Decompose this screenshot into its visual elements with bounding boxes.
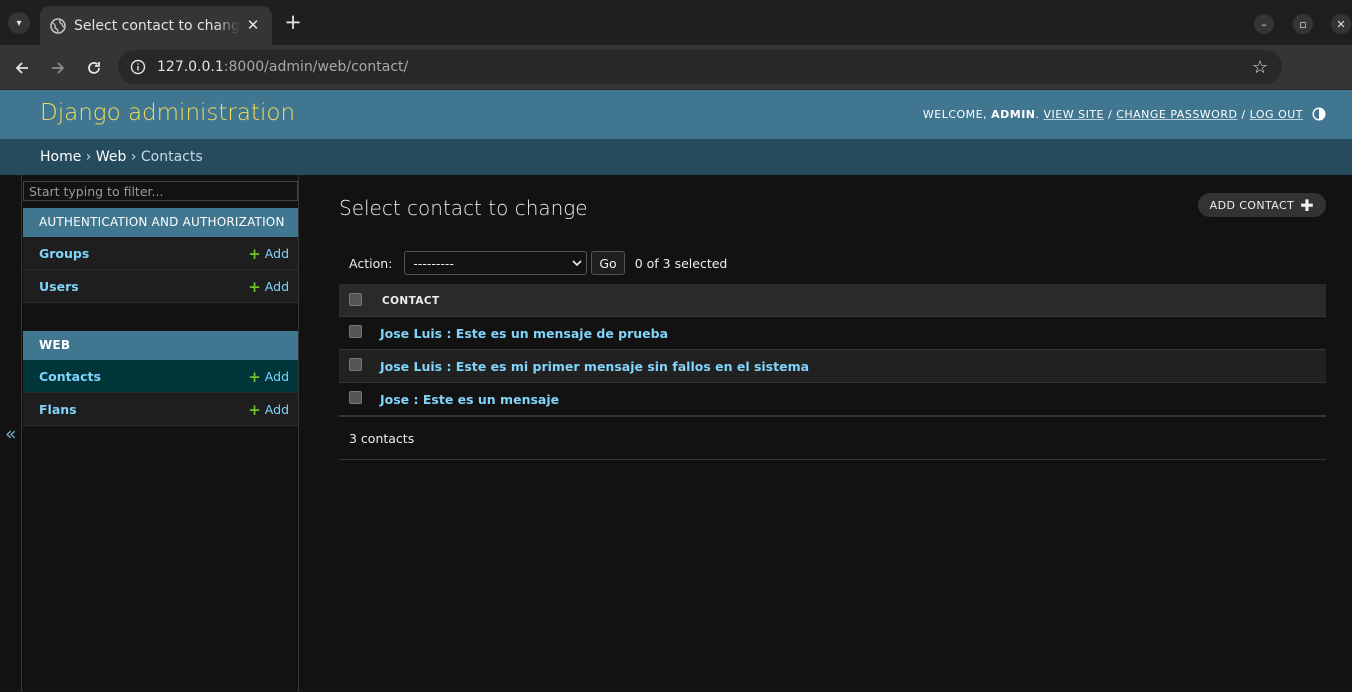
sidebar-item-label[interactable]: Users: [39, 279, 79, 294]
module-caption-web[interactable]: WEB: [23, 331, 298, 360]
sidebar-item-contacts[interactable]: Contacts + Add: [23, 360, 298, 393]
add-groups-link[interactable]: + Add: [248, 246, 289, 261]
results-table: CONTACT Jose Luis : Este es un mensaje d…: [339, 284, 1326, 416]
sidebar-item-label[interactable]: Flans: [39, 402, 77, 417]
back-arrow-icon[interactable]: [10, 56, 34, 80]
breadcrumb-separator: ›: [126, 149, 141, 165]
tab-search-chevron-icon[interactable]: ▾: [8, 12, 30, 34]
add-contact-label: ADD CONTACT: [1209, 198, 1295, 212]
nav-filter-input[interactable]: [23, 181, 298, 201]
globe-icon: [50, 17, 66, 34]
column-header-contact[interactable]: CONTACT: [382, 295, 440, 307]
table-row: Jose : Este es un mensaje: [339, 383, 1326, 416]
reload-icon[interactable]: [82, 56, 106, 80]
contact-link[interactable]: Jose Luis : Este es un mensaje de prueba: [380, 326, 668, 341]
welcome-text: WELCOME,: [922, 107, 988, 121]
add-plus-icon: +: [248, 277, 261, 296]
add-label: Add: [264, 402, 289, 417]
sidebar: AUTHENTICATION AND AUTHORIZATION Groups …: [23, 175, 299, 692]
sidebar-item-label[interactable]: Contacts: [39, 369, 101, 384]
add-contact-button[interactable]: ADD CONTACT ✚: [1197, 193, 1326, 217]
browser-tab-bar: ▾ Select contact to change | Django site…: [0, 0, 1352, 45]
go-button[interactable]: Go: [591, 251, 625, 275]
sidebar-item-groups[interactable]: Groups + Add: [23, 237, 298, 270]
site-branding[interactable]: Django administration: [40, 100, 295, 126]
browser-toolbar: 127.0.0.1:8000/admin/web/contact/ ☆: [0, 45, 1352, 122]
collapse-chevron-icon: «: [5, 423, 17, 445]
sidebar-item-label[interactable]: Groups: [39, 246, 89, 261]
action-label: Action:: [349, 255, 393, 271]
content-area: Select contact to change ADD CONTACT ✚ Ac…: [339, 175, 1326, 692]
toggle-sidebar-button[interactable]: «: [0, 175, 22, 692]
chevron-down-icon: [572, 260, 582, 267]
add-label: Add: [264, 279, 289, 294]
breadcrumb: Home › Web › Contacts: [0, 139, 1352, 175]
add-plus-icon: +: [248, 367, 261, 386]
browser-tab[interactable]: Select contact to change | Django site a…: [40, 6, 272, 45]
breadcrumb-current: Contacts: [140, 149, 203, 165]
address-bar[interactable]: 127.0.0.1:8000/admin/web/contact/ ☆: [118, 50, 1282, 84]
log-out-link[interactable]: LOG OUT: [1250, 108, 1303, 121]
breadcrumb-web[interactable]: Web: [96, 149, 127, 165]
add-flans-link[interactable]: + Add: [248, 402, 289, 417]
tab-title: Select contact to change | Django site a…: [74, 17, 240, 34]
url-host: 127.0.0.1: [157, 59, 224, 75]
view-site-link[interactable]: VIEW SITE: [1044, 108, 1105, 121]
bookmark-star-icon[interactable]: ☆: [1252, 57, 1268, 78]
paginator: 3 contacts: [339, 416, 1326, 460]
site-info-icon[interactable]: [130, 59, 146, 75]
add-plus-icon: +: [248, 244, 261, 263]
select-all-checkbox[interactable]: [349, 293, 362, 306]
row-checkbox[interactable]: [349, 325, 362, 338]
add-label: Add: [264, 369, 289, 384]
breadcrumb-separator: ›: [81, 149, 96, 165]
row-checkbox[interactable]: [349, 391, 362, 404]
close-tab-icon[interactable]: ✕: [244, 16, 262, 34]
table-row: Jose Luis : Este es un mensaje de prueba: [339, 317, 1326, 350]
restore-icon[interactable]: ▫: [1293, 14, 1313, 34]
forward-arrow-icon[interactable]: [46, 56, 70, 80]
url-path: :8000/admin/web/contact/: [223, 59, 409, 75]
table-header: CONTACT: [339, 284, 1326, 317]
module-caption-auth[interactable]: AUTHENTICATION AND AUTHORIZATION: [23, 208, 298, 237]
add-label: Add: [264, 246, 289, 261]
actions-bar: Action: --------- Go 0 of 3 selected: [349, 251, 727, 275]
page-title: Select contact to change: [339, 196, 588, 220]
row-checkbox[interactable]: [349, 358, 362, 371]
contact-link[interactable]: Jose : Este es un mensaje: [380, 392, 559, 407]
minimize-icon[interactable]: –: [1254, 14, 1274, 34]
selected-count: 0 of 3 selected: [634, 255, 728, 271]
user-tools: WELCOME, ADMIN. VIEW SITE / CHANGE PASSW…: [923, 107, 1326, 121]
add-plus-icon: +: [248, 400, 261, 419]
action-select[interactable]: ---------: [404, 251, 588, 275]
close-window-icon[interactable]: ✕: [1331, 14, 1351, 34]
theme-toggle-icon[interactable]: [1312, 107, 1326, 121]
table-row: Jose Luis : Este es mi primer mensaje si…: [339, 350, 1326, 383]
add-users-link[interactable]: + Add: [248, 279, 289, 294]
sidebar-item-users[interactable]: Users + Add: [23, 270, 298, 303]
change-password-link[interactable]: CHANGE PASSWORD: [1116, 108, 1237, 121]
action-selected-value: ---------: [413, 255, 454, 271]
admin-header: Django administration WELCOME, ADMIN. VI…: [0, 90, 1352, 139]
contact-link[interactable]: Jose Luis : Este es mi primer mensaje si…: [380, 359, 809, 374]
add-contacts-link[interactable]: + Add: [248, 369, 289, 384]
plus-icon: ✚: [1300, 195, 1314, 215]
new-tab-plus-icon[interactable]: +: [282, 11, 304, 33]
sidebar-item-flans[interactable]: Flans + Add: [23, 393, 298, 426]
breadcrumb-home[interactable]: Home: [40, 149, 81, 165]
username: ADMIN: [991, 107, 1036, 121]
main-area: « AUTHENTICATION AND AUTHORIZATION Group…: [0, 175, 1352, 692]
